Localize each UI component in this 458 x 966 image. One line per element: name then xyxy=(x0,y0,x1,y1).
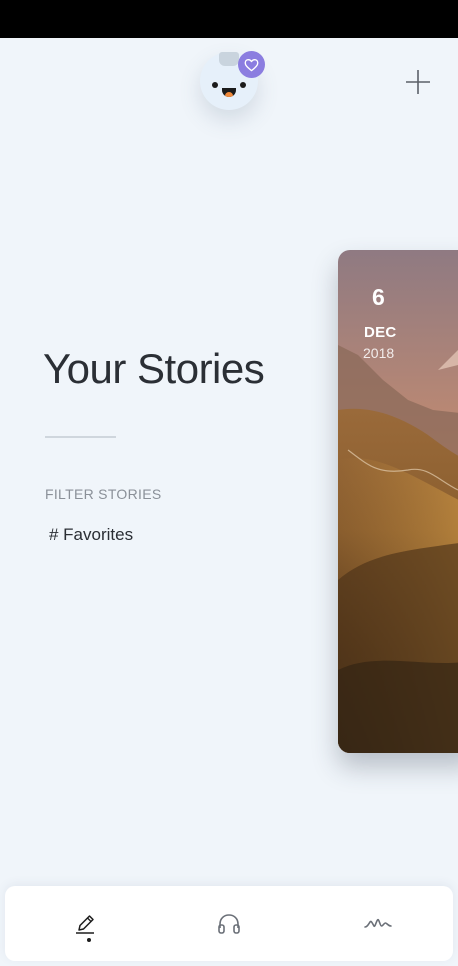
heart-badge[interactable] xyxy=(238,51,265,78)
nav-voice[interactable] xyxy=(360,906,396,942)
filter-favorites-link[interactable]: # Favorites xyxy=(49,525,133,545)
story-date-year: 2018 xyxy=(363,345,395,361)
add-story-button[interactable] xyxy=(403,67,433,97)
pencil-icon xyxy=(76,915,94,934)
avatar-cap xyxy=(219,52,239,66)
waveform-icon xyxy=(364,918,392,928)
story-card-image xyxy=(338,250,458,753)
nav-write[interactable] xyxy=(67,906,103,942)
plus-icon xyxy=(406,70,430,94)
story-card[interactable] xyxy=(338,250,458,753)
status-bar xyxy=(0,0,458,38)
title-divider xyxy=(45,436,116,438)
story-date-month: DEC xyxy=(364,324,397,341)
page-title: Your Stories xyxy=(43,345,265,392)
story-date-day: 6 xyxy=(372,284,385,310)
filter-stories-heading: FILTER STORIES xyxy=(45,486,162,502)
heart-icon xyxy=(244,58,259,71)
bottom-navigation xyxy=(5,886,453,961)
nav-listen[interactable] xyxy=(211,906,247,942)
avatar-eye-left xyxy=(212,82,218,88)
headphones-icon xyxy=(218,914,240,934)
active-tab-indicator xyxy=(87,938,91,942)
avatar-mouth xyxy=(222,88,236,97)
avatar-eye-right xyxy=(240,82,246,88)
